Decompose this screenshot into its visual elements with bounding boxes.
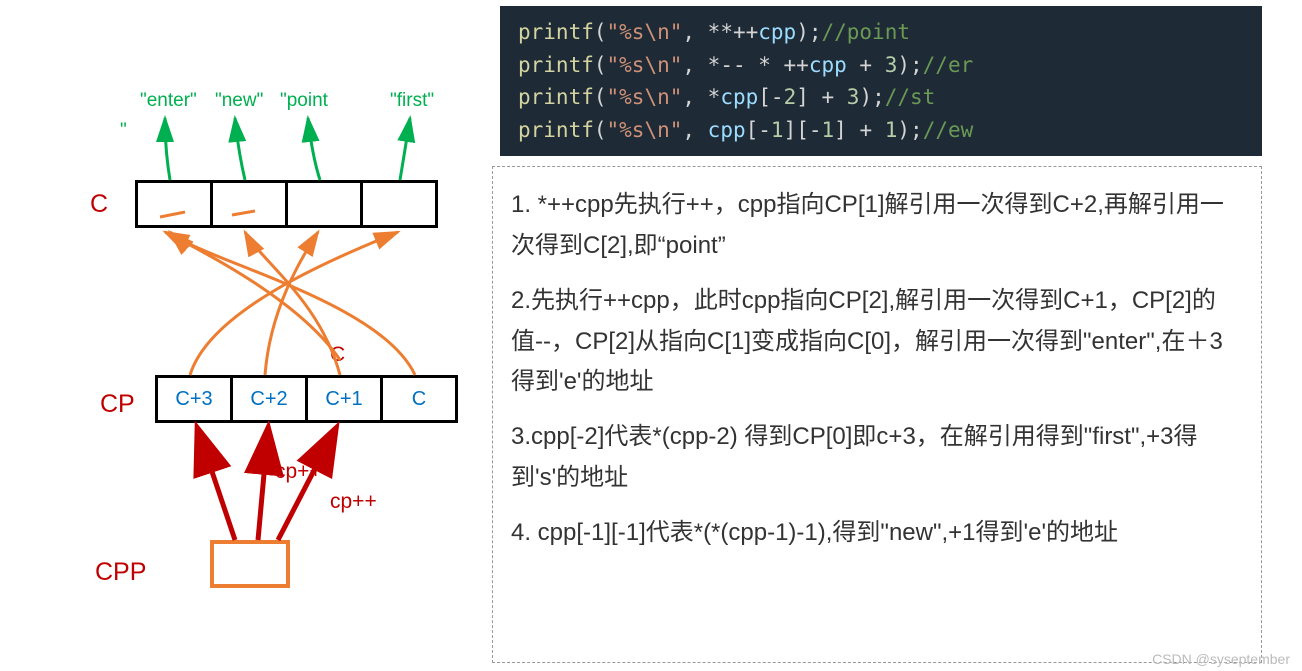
right-panel: printf("%s\n", **++cpp);//point printf("… <box>490 0 1302 671</box>
code-line-1: printf("%s\n", **++cpp);//point <box>518 16 1244 49</box>
c-cell-1 <box>210 180 288 228</box>
explain-2: 2.先执行++cpp，此时cpp指向CP[2],解引用一次得到C+1，CP[2]… <box>511 281 1241 403</box>
c-array <box>135 180 435 228</box>
c-cell-2 <box>285 180 363 228</box>
cp-cell-0: C+3 <box>155 375 233 423</box>
label-cpp: CPP <box>95 558 146 587</box>
string-trailing: " <box>120 120 127 142</box>
explanation-box: 1. *++cpp先执行++，cpp指向CP[1]解引用一次得到C+2,再解引用… <box>492 166 1262 663</box>
string-point: "point <box>280 90 328 112</box>
explain-4: 4. cpp[-1][-1]代表*(*(cpp-1)-1),得到"new",+1… <box>511 513 1241 554</box>
string-enter: "enter" <box>140 90 197 112</box>
string-new: "new" <box>215 90 263 112</box>
cp-array: C+3 C+2 C+1 C <box>155 375 455 423</box>
c-cell-3 <box>360 180 438 228</box>
explain-1: 1. *++cpp先执行++，cpp指向CP[1]解引用一次得到C+2,再解引用… <box>511 185 1241 267</box>
cp-cell-2: C+1 <box>305 375 383 423</box>
c-cell-0 <box>135 180 213 228</box>
cp-cell-1: C+2 <box>230 375 308 423</box>
string-first: "first" <box>390 90 434 112</box>
watermark: CSDN @syseptember <box>1152 651 1290 667</box>
label-c: C <box>90 190 108 219</box>
cp-c-mark: C <box>330 343 345 367</box>
label-cp: CP <box>100 390 135 419</box>
cp-annot-1: cp++ <box>275 460 322 484</box>
code-line-2: printf("%s\n", *-- * ++cpp + 3);//er <box>518 49 1244 82</box>
explain-3: 3.cpp[-2]代表*(cpp-2) 得到CP[0]即c+3，在解引用得到"f… <box>511 417 1241 499</box>
cp-annot-2: cp++ <box>330 490 377 514</box>
code-line-4: printf("%s\n", cpp[-1][-1] + 1);//ew <box>518 114 1244 147</box>
code-block: printf("%s\n", **++cpp);//point printf("… <box>500 6 1262 156</box>
cpp-box <box>210 540 290 588</box>
cp-cell-3: C <box>380 375 458 423</box>
code-line-3: printf("%s\n", *cpp[-2] + 3);//st <box>518 81 1244 114</box>
diagram-panel: "enter" "new" "point "first" " C CP C+3 … <box>0 0 490 671</box>
